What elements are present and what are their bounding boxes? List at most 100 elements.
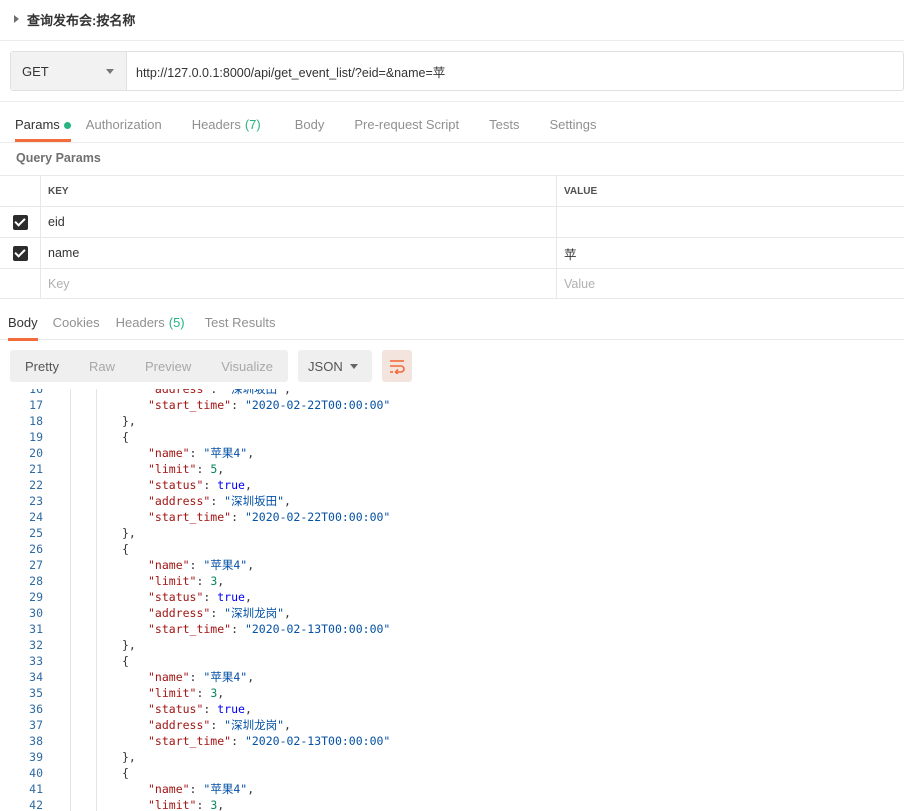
view-pretty-button[interactable]: Pretty bbox=[10, 350, 74, 382]
code-line: 26 { bbox=[0, 541, 904, 557]
tab-test-results[interactable]: Test Results bbox=[205, 306, 276, 340]
query-params-label: Query Params bbox=[16, 151, 101, 165]
code-text: "limit": 3, bbox=[148, 798, 225, 811]
tab-response-body[interactable]: Body bbox=[8, 306, 38, 341]
code-line: 28 "limit": 3, bbox=[0, 573, 904, 589]
code-text: "limit": 3, bbox=[148, 574, 225, 588]
code-text: "name": "苹果4", bbox=[148, 446, 255, 460]
line-number: 32 bbox=[29, 638, 43, 652]
code-line: 32}, bbox=[0, 637, 904, 653]
code-line: 24 "start_time": "2020-02-22T00:00:00" bbox=[0, 509, 904, 525]
param-value[interactable] bbox=[557, 207, 904, 237]
tab-label: Body bbox=[294, 117, 325, 132]
line-number: 39 bbox=[29, 750, 43, 764]
code-line: 27 "name": "苹果4", bbox=[0, 557, 904, 573]
headers-count: (7) bbox=[244, 117, 261, 132]
url-bar: GET http://127.0.0.1:8000/api/get_event_… bbox=[10, 51, 904, 91]
view-raw-button[interactable]: Raw bbox=[74, 350, 130, 382]
wrap-lines-button[interactable] bbox=[382, 350, 413, 382]
code-text: "start_time": "2020-02-22T00:00:00" bbox=[148, 510, 391, 524]
header-key: KEY bbox=[41, 176, 557, 206]
tab-label: Settings bbox=[549, 117, 597, 132]
code-line: 40 { bbox=[0, 765, 904, 781]
tab-response-headers[interactable]: Headers (5) bbox=[116, 306, 185, 340]
view-preview-button[interactable]: Preview bbox=[130, 350, 206, 382]
tab-label: Pre-request Script bbox=[354, 117, 460, 132]
code-line: 22 "status": true, bbox=[0, 477, 904, 493]
method-label: GET bbox=[22, 63, 49, 79]
tab-cookies[interactable]: Cookies bbox=[53, 306, 100, 340]
tab-pre-request-script[interactable]: Pre-request Script bbox=[354, 108, 459, 142]
expand-caret-icon[interactable] bbox=[14, 15, 19, 23]
response-body-code[interactable]: 16 "address": "深圳坂田", 17 "start_time": "202… bbox=[0, 389, 904, 811]
param-check-cell bbox=[0, 238, 41, 268]
code-line: 41 "name": "苹果4", bbox=[0, 781, 904, 797]
code-line: 17 "start_time": "2020-02-22T00:00:00" bbox=[0, 397, 904, 413]
tab-label: Test Results bbox=[204, 315, 276, 330]
active-dot-icon bbox=[63, 122, 71, 129]
code-text: "name": "苹果4", bbox=[148, 782, 255, 796]
code-line: 21 "limit": 5, bbox=[0, 461, 904, 477]
format-select[interactable]: JSON bbox=[298, 350, 373, 382]
code-line: 19 { bbox=[0, 429, 904, 445]
line-number: 28 bbox=[29, 574, 43, 588]
line-number: 41 bbox=[29, 782, 43, 796]
line-number: 37 bbox=[29, 718, 43, 732]
request-title-row[interactable]: 查询发布会:按名称 bbox=[0, 0, 904, 38]
chevron-down-icon bbox=[350, 363, 359, 369]
line-number: 42 bbox=[29, 798, 43, 811]
code-text: "address": "深圳坂田", bbox=[148, 494, 291, 508]
code-line: 18}, bbox=[0, 413, 904, 429]
code-line: 25}, bbox=[0, 525, 904, 541]
code-line: 31 "start_time": "2020-02-13T00:00:00" bbox=[0, 621, 904, 637]
param-key[interactable]: name bbox=[41, 238, 557, 268]
code-line: 38 "start_time": "2020-02-13T00:00:00" bbox=[0, 733, 904, 749]
line-number: 36 bbox=[29, 702, 43, 716]
tab-label: Cookies bbox=[52, 315, 100, 330]
code-line: 33 { bbox=[0, 653, 904, 669]
param-row: eid bbox=[0, 206, 904, 237]
method-select[interactable]: GET bbox=[11, 52, 127, 90]
url-input[interactable]: http://127.0.0.1:8000/api/get_event_list… bbox=[127, 52, 903, 90]
code-text: "start_time": "2020-02-13T00:00:00" bbox=[148, 734, 391, 748]
line-number: 27 bbox=[29, 558, 43, 572]
tab-body[interactable]: Body bbox=[295, 108, 325, 142]
code-text: "status": true, bbox=[148, 590, 252, 604]
tab-label: Params bbox=[15, 117, 60, 132]
header-check-cell bbox=[0, 176, 41, 206]
code-text: { bbox=[122, 766, 129, 780]
tab-authorization[interactable]: Authorization bbox=[86, 108, 162, 142]
line-number: 35 bbox=[29, 686, 43, 700]
line-number: 31 bbox=[29, 622, 43, 636]
code-text: "limit": 3, bbox=[148, 686, 225, 700]
checkbox[interactable] bbox=[12, 214, 28, 230]
param-key[interactable]: eid bbox=[41, 207, 557, 237]
tab-settings[interactable]: Settings bbox=[549, 108, 596, 142]
param-value[interactable]: 苹 bbox=[557, 238, 904, 268]
code-text: "address": "深圳坂田", bbox=[148, 389, 291, 396]
tab-headers[interactable]: Headers (7) bbox=[192, 108, 261, 142]
code-text: "status": true, bbox=[148, 478, 252, 492]
tab-params[interactable]: Params bbox=[15, 108, 71, 142]
tab-tests[interactable]: Tests bbox=[489, 108, 519, 142]
checkbox[interactable] bbox=[12, 245, 28, 261]
chevron-down-icon bbox=[106, 68, 114, 74]
line-number: 40 bbox=[29, 766, 43, 780]
params-table: KEY VALUE eid name 苹 Key Value bbox=[0, 175, 904, 299]
code-text: "address": "深圳龙岗", bbox=[148, 606, 291, 620]
new-key-input[interactable]: Key bbox=[41, 269, 557, 298]
code-line: 16 "address": "深圳坂田", bbox=[0, 389, 904, 397]
code-line: 37 "address": "深圳龙岗", bbox=[0, 717, 904, 733]
response-toolbar: Pretty Raw Preview Visualize JSON bbox=[10, 350, 904, 382]
divider bbox=[0, 40, 904, 41]
code-line: 29 "status": true, bbox=[0, 589, 904, 605]
line-number: 19 bbox=[29, 430, 43, 444]
code-line: 30 "address": "深圳龙岗", bbox=[0, 605, 904, 621]
tab-label: Authorization bbox=[85, 117, 162, 132]
new-value-input[interactable]: Value bbox=[557, 269, 904, 298]
params-header-row: KEY VALUE bbox=[0, 175, 904, 206]
view-visualize-button[interactable]: Visualize bbox=[206, 350, 288, 382]
tab-label: Body bbox=[8, 315, 38, 330]
code-line: 42 "limit": 3, bbox=[0, 797, 904, 811]
code-line: 20 "name": "苹果4", bbox=[0, 445, 904, 461]
